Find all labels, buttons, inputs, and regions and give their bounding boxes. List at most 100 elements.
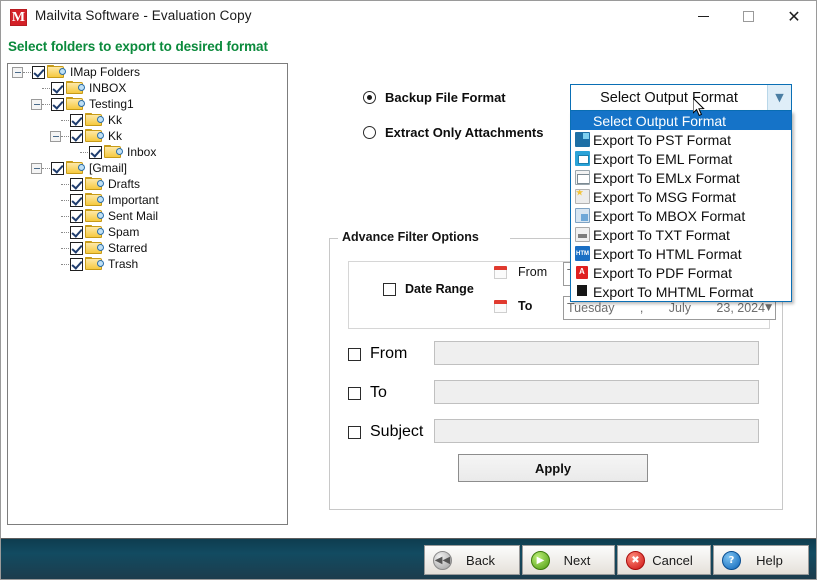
tree-item-checkbox[interactable] — [32, 65, 45, 79]
play-icon: ▶ — [531, 550, 550, 570]
app-logo-icon: M — [10, 9, 27, 26]
export-options-panel: Backup File Format Extract Only Attachme… — [329, 63, 792, 525]
tree-item[interactable]: [Gmail] — [8, 160, 287, 176]
chevron-down-icon-to[interactable]: ▼ — [765, 303, 772, 313]
tree-item[interactable]: IMap Folders — [8, 64, 287, 80]
radio-backup-file-format[interactable]: Backup File Format — [363, 90, 506, 105]
date-to-dayyear: 23, 2024 — [716, 301, 766, 315]
tree-connector — [42, 87, 50, 89]
output-format-dropdown-list[interactable]: Select Output Format Export To PST Format… — [570, 111, 792, 302]
tree-item-checkbox[interactable] — [70, 113, 83, 127]
dropdown-option-label: Export To TXT Format — [593, 226, 730, 243]
tree-item-checkbox[interactable] — [70, 225, 83, 239]
tree-connector — [42, 167, 50, 169]
date-range-checkbox-row[interactable]: Date Range — [383, 282, 474, 296]
tree-item-label: Spam — [108, 225, 140, 239]
tree-item-checkbox[interactable] — [51, 97, 64, 111]
tree-expander-collapse-icon[interactable] — [12, 66, 23, 78]
tree-item-label: IMap Folders — [70, 65, 141, 79]
filter-subject-checkbox[interactable] — [348, 425, 361, 439]
tree-item[interactable]: Starred — [8, 240, 287, 256]
minimize-button[interactable] — [680, 1, 726, 32]
back-button[interactable]: ◀◀ Back — [424, 545, 520, 575]
tree-item-checkbox[interactable] — [70, 209, 83, 223]
filter-subject-label: Subject — [370, 423, 424, 440]
tree-expander-collapse-icon[interactable] — [31, 98, 42, 110]
date-to-label-row: To — [494, 299, 532, 313]
tree-connector — [61, 231, 69, 233]
tree-item[interactable]: Drafts — [8, 176, 287, 192]
tree-item-checkbox[interactable] — [70, 129, 83, 143]
filter-to-row[interactable]: To — [348, 384, 387, 402]
tree-item[interactable]: Sent Mail — [8, 208, 287, 224]
filter-to-checkbox[interactable] — [348, 386, 361, 400]
tree-connector — [61, 215, 69, 217]
tree-item-label: Kk — [108, 129, 123, 143]
dropdown-option[interactable]: Export To PST Format — [571, 130, 791, 149]
rewind-icon: ◀◀ — [433, 550, 452, 570]
tree-item-checkbox[interactable] — [89, 145, 102, 159]
apply-button[interactable]: Apply — [458, 454, 648, 482]
tree-item[interactable]: INBOX — [8, 80, 287, 96]
dropdown-option[interactable]: HTM Export To HTML Format — [571, 244, 791, 263]
date-range-checkbox[interactable] — [383, 282, 396, 296]
folder-icon — [85, 129, 104, 143]
dropdown-option[interactable]: Select Output Format — [571, 111, 791, 130]
cancel-button[interactable]: ✖ Cancel — [617, 545, 711, 575]
tree-item-label: Testing1 — [89, 97, 134, 111]
tree-item-checkbox[interactable] — [51, 81, 64, 95]
tree-connector — [61, 247, 69, 249]
tree-item-checkbox[interactable] — [70, 193, 83, 207]
tree-expander-collapse-icon[interactable] — [31, 162, 42, 174]
tree-item[interactable]: Kk — [8, 128, 287, 144]
dropdown-option[interactable]: Export To EML Format — [571, 149, 791, 168]
title-bar: M Mailvita Software - Evaluation Copy ✕ — [1, 1, 816, 34]
tree-item[interactable]: Inbox — [8, 144, 287, 160]
tree-item-checkbox[interactable] — [70, 257, 83, 271]
next-button[interactable]: ▶ Next — [522, 545, 615, 575]
tree-expander-collapse-icon[interactable] — [50, 130, 61, 142]
output-format-combobox[interactable]: Select Output Format ▼ — [570, 84, 792, 111]
tree-item-checkbox[interactable] — [70, 241, 83, 255]
tree-item-label: Important — [108, 193, 159, 207]
radio-extract-only-attachments[interactable]: Extract Only Attachments — [363, 125, 543, 140]
filter-subject-input[interactable] — [434, 419, 759, 443]
tree-item-checkbox[interactable] — [70, 177, 83, 191]
maximize-button[interactable] — [725, 1, 771, 32]
date-from-label: From — [518, 265, 548, 279]
filter-from-row[interactable]: From — [348, 345, 407, 363]
tree-item[interactable]: Testing1 — [8, 96, 287, 112]
tree-item[interactable]: Spam — [8, 224, 287, 240]
tree-item[interactable]: Trash — [8, 256, 287, 272]
tree-item-checkbox[interactable] — [51, 161, 64, 175]
filter-from-checkbox[interactable] — [348, 347, 361, 361]
folder-icon — [47, 65, 66, 79]
pst-icon — [575, 132, 590, 147]
date-to-month: July — [668, 301, 692, 315]
dropdown-option[interactable]: Export To MBOX Format — [571, 206, 791, 225]
dropdown-option[interactable]: Export To TXT Format — [571, 225, 791, 244]
dropdown-option[interactable]: Export To MSG Format — [571, 187, 791, 206]
radio-icon-extract — [363, 126, 376, 139]
dropdown-option[interactable]: Export To PDF Format — [571, 263, 791, 282]
folder-icon — [85, 193, 104, 207]
close-button[interactable]: ✕ — [771, 1, 816, 32]
dropdown-option[interactable]: Export To EMLx Format — [571, 168, 791, 187]
folder-icon — [104, 145, 123, 159]
dropdown-option-label: Export To PDF Format — [593, 264, 733, 281]
chevron-down-icon[interactable]: ▼ — [767, 85, 791, 110]
filter-subject-row[interactable]: Subject — [348, 423, 423, 441]
filter-from-input[interactable] — [434, 341, 759, 365]
tree-connector — [61, 135, 69, 137]
folder-icon — [85, 257, 104, 271]
tree-item-label: Inbox — [127, 145, 157, 159]
next-button-label: Next — [563, 552, 591, 568]
help-button[interactable]: ? Help — [713, 545, 809, 575]
dropdown-option[interactable]: Export To MHTML Format — [571, 282, 791, 301]
tree-item[interactable]: Important — [8, 192, 287, 208]
folder-icon — [85, 241, 104, 255]
folder-tree: IMap Folders INBOX Testing1 Kk Kk Inbox [Gmail… — [8, 64, 287, 272]
tree-item[interactable]: Kk — [8, 112, 287, 128]
filter-to-input[interactable] — [434, 380, 759, 404]
folder-tree-panel[interactable]: IMap Folders INBOX Testing1 Kk Kk Inbox [Gmail… — [7, 63, 288, 525]
